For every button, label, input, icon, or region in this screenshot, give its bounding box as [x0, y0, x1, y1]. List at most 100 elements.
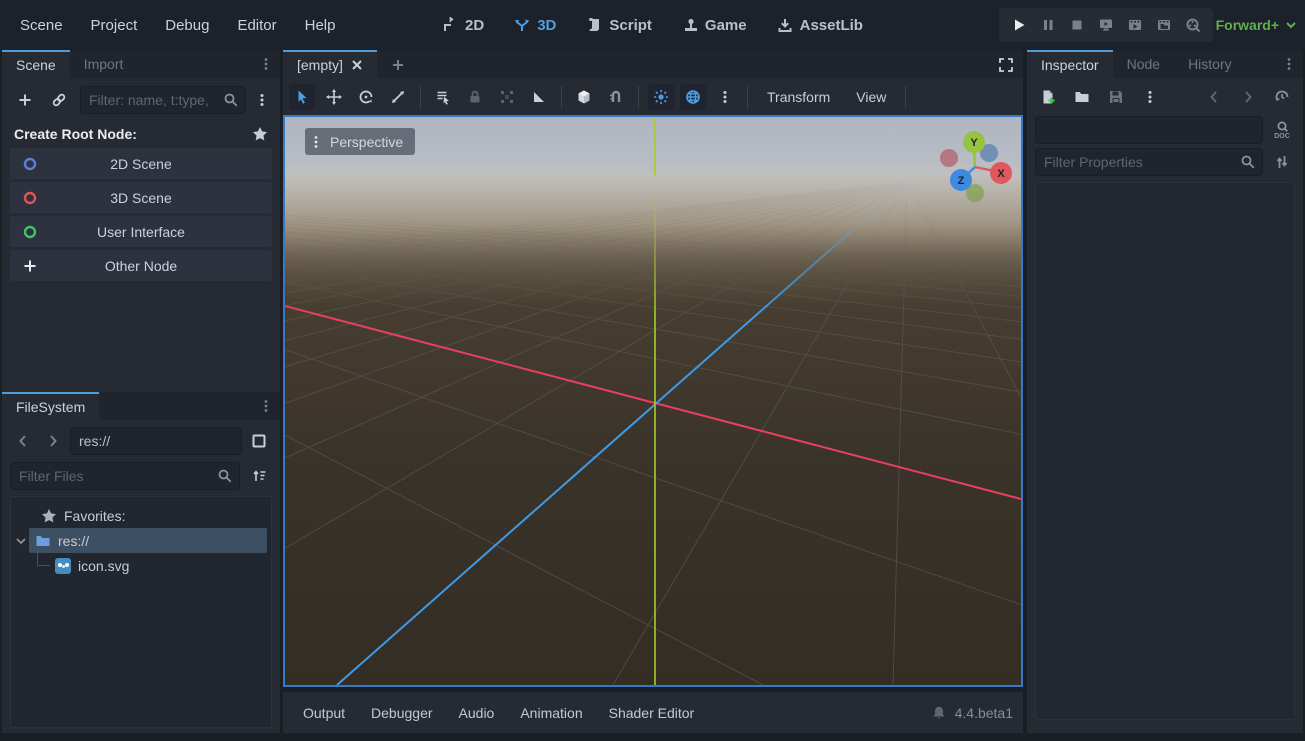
- preview-environment-button[interactable]: [680, 84, 706, 110]
- scene-tab-empty[interactable]: [empty]: [283, 50, 377, 78]
- sun-environ-menu-button[interactable]: [712, 84, 738, 110]
- version-label: 4.4.beta1: [955, 705, 1013, 721]
- stop-button[interactable]: [1069, 17, 1085, 33]
- workspace-2d[interactable]: 2D: [442, 17, 484, 34]
- movie-maker-button[interactable]: [1185, 17, 1201, 33]
- dock-menu-icon[interactable]: [258, 398, 274, 414]
- workspace-script[interactable]: Script: [586, 17, 652, 34]
- new-resource-icon: [1040, 89, 1056, 105]
- tree-item-res-root[interactable]: res://: [29, 528, 267, 553]
- new-scene-tab-button[interactable]: [385, 52, 411, 78]
- menu-project[interactable]: Project: [77, 11, 152, 40]
- tab-inspector[interactable]: Inspector: [1027, 50, 1113, 78]
- move-tool-button[interactable]: [321, 84, 347, 110]
- plus-icon: [22, 258, 38, 274]
- select-tool-button[interactable]: [289, 84, 315, 110]
- tab-import[interactable]: Import: [70, 50, 138, 78]
- view-menu[interactable]: View: [846, 89, 896, 105]
- history-back-button[interactable]: [10, 428, 36, 454]
- ruler-mode-button[interactable]: [526, 84, 552, 110]
- play-custom-scene-button[interactable]: [1156, 17, 1172, 33]
- remote-debug-button[interactable]: [1098, 17, 1114, 33]
- create-3d-scene-button[interactable]: 3D Scene: [10, 182, 272, 213]
- notification-bell-icon[interactable]: [931, 705, 947, 721]
- group-selected-button[interactable]: [494, 84, 520, 110]
- lock-selected-button[interactable]: [462, 84, 488, 110]
- bottom-tab-shader-editor[interactable]: Shader Editor: [599, 700, 705, 726]
- globe-icon: [685, 89, 701, 105]
- play-scene-button[interactable]: [1127, 17, 1143, 33]
- instance-scene-button[interactable]: [46, 87, 72, 113]
- close-icon[interactable]: [351, 59, 363, 71]
- toggle-split-mode-button[interactable]: [246, 428, 272, 454]
- tab-filesystem[interactable]: FileSystem: [2, 392, 99, 420]
- rotate-tool-button[interactable]: [353, 84, 379, 110]
- file-tree[interactable]: Favorites: res:// icon.svg: [10, 496, 272, 728]
- preview-sun-button[interactable]: [648, 84, 674, 110]
- property-tools-button[interactable]: [1269, 149, 1295, 175]
- collapse-arrow-icon[interactable]: [15, 535, 27, 547]
- perspective-menu[interactable]: Perspective: [305, 128, 415, 155]
- edit-back-button[interactable]: [1201, 84, 1227, 110]
- menu-debug[interactable]: Debug: [151, 11, 223, 40]
- create-2d-scene-button[interactable]: 2D Scene: [10, 148, 272, 179]
- favorites-star-icon[interactable]: [252, 126, 268, 142]
- workspace-3d[interactable]: 3D: [514, 17, 556, 34]
- scene-dock: Scene Import Create Root Node: 2D Scene: [2, 50, 280, 392]
- scale-tool-button[interactable]: [385, 84, 411, 110]
- menubar: Scene Project Debug Editor Help: [6, 11, 349, 40]
- node3d-icon: [22, 190, 38, 206]
- tab-scene[interactable]: Scene: [2, 50, 70, 78]
- filesystem-path-input[interactable]: [70, 427, 242, 455]
- svg-text:DOC: DOC: [1274, 133, 1290, 140]
- menu-editor[interactable]: Editor: [223, 11, 290, 40]
- dock-menu-icon[interactable]: [258, 56, 274, 72]
- expand-viewport-button[interactable]: [993, 52, 1019, 78]
- scene-tree-menu-icon[interactable]: [254, 92, 270, 108]
- playback-controls: [999, 8, 1213, 42]
- resource-extra-menu-button[interactable]: [1137, 84, 1163, 110]
- viewport-3d[interactable]: Y X Z Perspective: [283, 115, 1023, 687]
- bottom-tab-output[interactable]: Output: [293, 700, 355, 726]
- create-ui-scene-button[interactable]: User Interface: [10, 216, 272, 247]
- object-name-bar: [1035, 116, 1263, 144]
- inspector-empty-area: [1035, 182, 1295, 720]
- bottom-tab-debugger[interactable]: Debugger: [361, 700, 443, 726]
- local-space-button[interactable]: [571, 84, 597, 110]
- cube-icon: [576, 89, 592, 105]
- bottom-tab-animation[interactable]: Animation: [510, 700, 592, 726]
- scene-dock-tabs: Scene Import: [2, 50, 280, 78]
- chevron-right-icon: [1240, 89, 1256, 105]
- history-forward-button[interactable]: [40, 428, 66, 454]
- menu-help[interactable]: Help: [291, 11, 350, 40]
- edit-history-button[interactable]: [1269, 84, 1295, 110]
- save-resource-button[interactable]: [1103, 84, 1129, 110]
- tab-history[interactable]: History: [1174, 50, 1246, 78]
- inspector-filter-input[interactable]: [1035, 148, 1263, 176]
- create-other-node-button[interactable]: Other Node: [10, 250, 272, 281]
- svg-text:Y: Y: [970, 137, 978, 149]
- workspace-game[interactable]: Game: [682, 17, 747, 34]
- load-resource-button[interactable]: [1069, 84, 1095, 110]
- transform-menu[interactable]: Transform: [757, 89, 840, 105]
- new-resource-button[interactable]: [1035, 84, 1061, 110]
- renderer-selector[interactable]: Forward+: [1216, 0, 1297, 50]
- play-button[interactable]: [1011, 17, 1027, 33]
- open-docs-button[interactable]: DOC: [1269, 117, 1295, 143]
- history-clock-icon: [1274, 89, 1290, 105]
- menu-scene[interactable]: Scene: [6, 11, 77, 40]
- dock-menu-icon[interactable]: [1281, 56, 1297, 72]
- snap-mode-button[interactable]: [603, 84, 629, 110]
- scene-filter-input[interactable]: [80, 86, 246, 114]
- edit-forward-button[interactable]: [1235, 84, 1261, 110]
- tab-node[interactable]: Node: [1113, 50, 1174, 78]
- tree-item-icon-svg[interactable]: icon.svg: [29, 553, 267, 578]
- filesystem-dock: FileSystem: [2, 392, 280, 733]
- workspace-assetlib[interactable]: AssetLib: [777, 17, 863, 34]
- bottom-tab-audio[interactable]: Audio: [449, 700, 505, 726]
- pause-button[interactable]: [1040, 17, 1056, 33]
- list-select-button[interactable]: [430, 84, 456, 110]
- filesystem-filter-input[interactable]: [10, 462, 240, 490]
- add-node-button[interactable]: [12, 87, 38, 113]
- file-sort-button[interactable]: [246, 463, 272, 489]
